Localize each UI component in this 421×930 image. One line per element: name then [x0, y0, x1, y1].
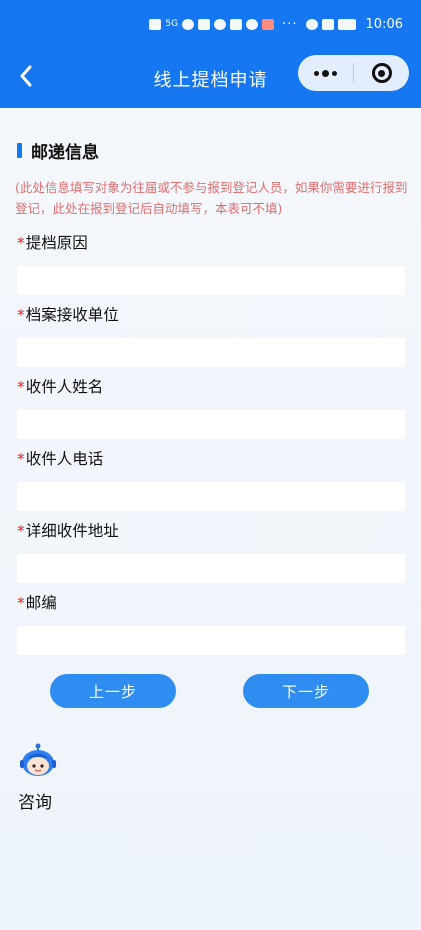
- address-input[interactable]: [17, 554, 405, 583]
- app-icon: [230, 18, 243, 30]
- app-icon: [198, 18, 211, 30]
- more-dots-icon: [322, 69, 329, 77]
- previous-step-button[interactable]: 上一步: [50, 674, 176, 708]
- status-bar: 5G ··· 10:06: [0, 0, 421, 48]
- eye-icon: [305, 18, 318, 30]
- battery-icon: [337, 18, 356, 30]
- consult-button[interactable]: 咨询: [16, 741, 60, 813]
- notice-text: (此处信息填写对象为往届或不参与报到登记人员，如果你需要进行报到登记，此处在报到…: [15, 180, 408, 216]
- more-dots-icon: [314, 70, 319, 76]
- field-label: *提档原因: [17, 234, 88, 252]
- signal-icon: 5G: [165, 19, 179, 29]
- recipient-name-input[interactable]: [17, 410, 405, 439]
- clock: 10:06: [365, 16, 403, 32]
- required-mark: *: [17, 450, 25, 468]
- required-mark: *: [17, 378, 25, 396]
- app-icon: [262, 18, 275, 30]
- required-mark: *: [17, 306, 25, 324]
- notification-icon: [149, 18, 162, 30]
- nav-bar: 线上提档申请: [0, 48, 421, 108]
- field-label: *收件人姓名: [17, 378, 104, 396]
- required-mark: *: [17, 234, 25, 252]
- section-marker: [17, 142, 22, 158]
- consult-label: 咨询: [18, 793, 52, 813]
- target-circle-icon: [371, 63, 392, 83]
- app-screen: 5G ··· 10:06 线上提档申请 邮递信息 (此处信息填写对象为往届或不参…: [0, 0, 421, 930]
- section-header: 邮递信息: [17, 139, 99, 163]
- receiving-unit-input[interactable]: [17, 338, 405, 367]
- field-label: *档案接收单位: [17, 306, 119, 324]
- required-mark: *: [17, 522, 25, 540]
- field-address: *详细收件地址: [17, 520, 405, 583]
- close-button[interactable]: [354, 55, 409, 91]
- field-recipient-name: *收件人姓名: [17, 376, 405, 439]
- reason-input[interactable]: [17, 266, 405, 295]
- app-icon: [214, 18, 227, 30]
- field-receiving-unit: *档案接收单位: [17, 304, 405, 367]
- field-reason: *提档原因: [17, 232, 405, 295]
- wifi-icon: [182, 18, 195, 30]
- postcode-input[interactable]: [17, 626, 405, 655]
- more-dots-icon: [332, 70, 337, 76]
- field-label: *详细收件地址: [17, 522, 119, 540]
- miniprogram-capsule: [298, 55, 409, 91]
- assistant-avatar-icon: [20, 743, 56, 776]
- field-postcode: *邮编: [17, 592, 405, 655]
- alarm-icon: [321, 18, 334, 30]
- next-step-button[interactable]: 下一步: [243, 674, 369, 708]
- field-label: *收件人电话: [17, 450, 104, 468]
- required-mark: *: [17, 594, 25, 612]
- app-icon: [246, 18, 259, 30]
- status-icons: 5G ··· 10:06: [149, 17, 403, 32]
- more-notifications-icon: ···: [282, 16, 298, 32]
- field-label: *邮编: [17, 594, 57, 612]
- recipient-phone-input[interactable]: [17, 482, 405, 511]
- section-title: 邮递信息: [31, 142, 99, 163]
- more-button[interactable]: [298, 55, 353, 91]
- field-recipient-phone: *收件人电话: [17, 448, 405, 511]
